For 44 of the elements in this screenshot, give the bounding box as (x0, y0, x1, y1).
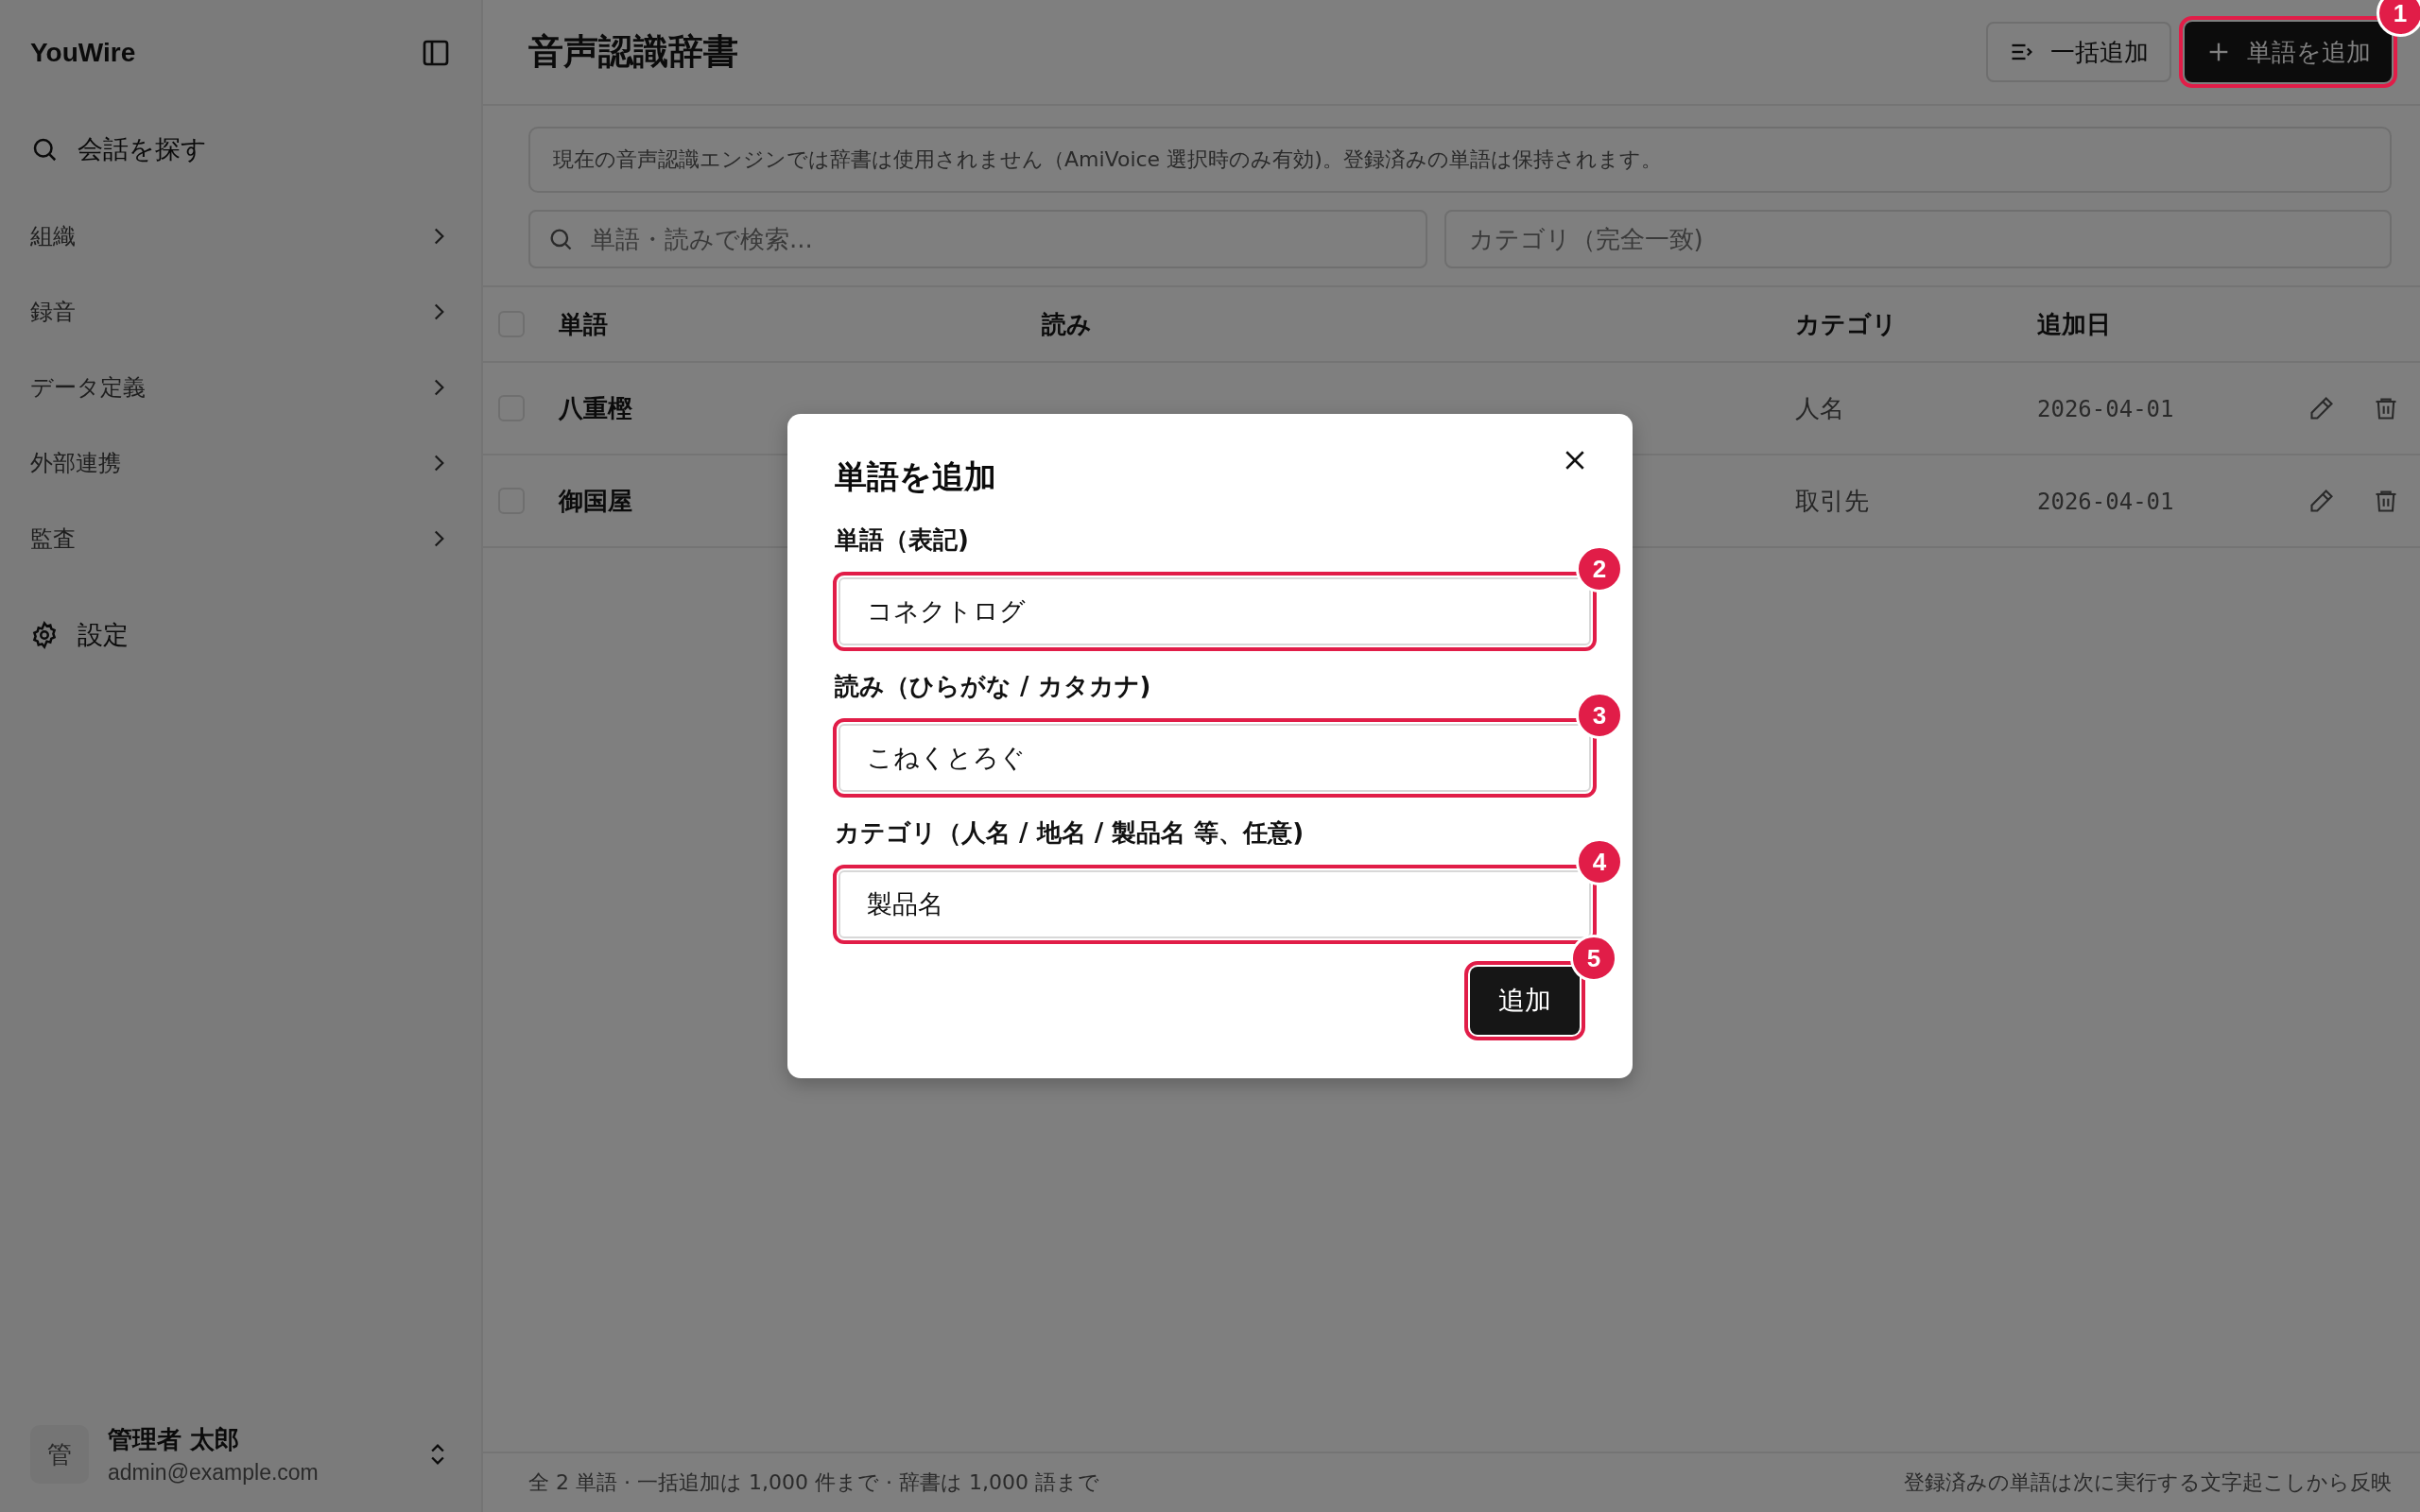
table-cell: 2026-04-01 (2037, 396, 2174, 422)
field-label: 単語（表記) (835, 524, 970, 556)
user-email: admin@example.com (108, 1460, 320, 1486)
column-header: 単語 (559, 308, 609, 340)
field-label: カテゴリ（人名 / 地名 / 製品名 等、任意) (835, 817, 1305, 849)
notice-text: 現在の音声認識エンジンでは辞書は使用されません（AmiVoice 選択時のみ有効)。登録済みの単語は保持されます。 (528, 127, 2392, 193)
bulk-add-button[interactable]: 一括追加 (1986, 22, 2171, 82)
app-name: YouWire (30, 38, 136, 68)
nav-label: 会話を探す (78, 133, 207, 165)
column-header: 追加日 (2037, 308, 2112, 340)
table-cell: 八重樫 (559, 393, 632, 422)
user-name: 管理者 太郎 (108, 1424, 241, 1455)
user-avatar: 管 (30, 1425, 89, 1484)
status-text: 全 2 単語 · 一括追加は 1,000 件まで · 辞書は 1,000 語まで (528, 1469, 1099, 1496)
status-hint: 登録済みの単語は次に実行する文字起こしから反映 (1904, 1469, 2392, 1496)
sidebar-item[interactable]: 監査 (30, 501, 451, 576)
search-field[interactable]: 単語・読みで検索... (528, 210, 1427, 268)
settings-icon (30, 621, 59, 649)
edit-icon[interactable] (2308, 488, 2335, 514)
sidebar-item[interactable]: 組織 (30, 198, 451, 274)
category-filter-field[interactable]: カテゴリ（完全一致) (1443, 210, 2392, 268)
step-number-badge: 5 (1570, 935, 1617, 982)
dialog-title: 単語を追加 (835, 456, 996, 497)
sidebar-toggle-icon[interactable] (421, 38, 451, 68)
field-label: 読み（ひらがな / カタカナ) (835, 671, 1152, 702)
sidebar-item[interactable]: 録音 (30, 274, 451, 350)
edit-icon[interactable] (2308, 395, 2335, 421)
table-cell: 2026-04-01 (2037, 489, 2174, 515)
table-cell: 人名 (1795, 393, 1844, 422)
column-header: 読み (1042, 308, 1093, 340)
page-title: 音声認識辞書 (528, 30, 738, 74)
table-cell: 御国屋 (559, 486, 632, 515)
column-header: カテゴリ (1795, 308, 1898, 340)
sidebar-item[interactable]: 外部連携 (30, 425, 451, 501)
step-number-badge: 2 (1576, 545, 1623, 593)
table-cell: 取引先 (1795, 486, 1869, 515)
step-number-badge: 1 (2377, 0, 2420, 37)
nav-label: 設定 (78, 619, 129, 651)
user-menu[interactable]: 管 管理者 太郎 admin@example.com (30, 1423, 451, 1486)
step-number-badge: 3 (1576, 692, 1623, 739)
settings-link[interactable]: 設定 (30, 592, 129, 679)
search-conversations-link[interactable]: 会話を探す (30, 106, 207, 193)
step-number-badge: 4 (1576, 838, 1623, 885)
sidebar-item[interactable]: データ定義 (30, 350, 451, 425)
